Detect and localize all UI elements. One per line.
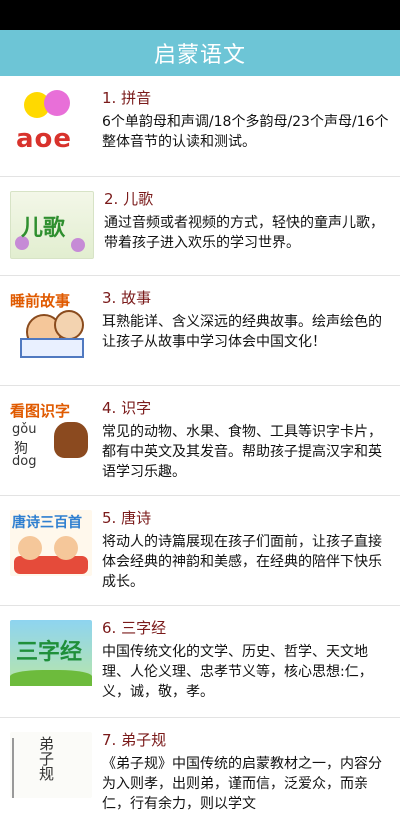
dog-icon [54,422,88,458]
item-description: 《弟子规》中国传统的启蒙教材之一，内容分为入则孝，出则弟，谨而信，泛爱众，而亲仁… [102,756,382,812]
tangshi-thumbnail: 唐诗三百首 [10,510,92,576]
gushi-thumbnail: 睡前故事 [10,290,92,358]
aoe-logo: aoe [16,124,73,154]
list-item-tangshi[interactable]: 唐诗三百首 5. 唐诗 将动人的诗篇展现在孩子们面前，让孩子直接体会经典的神韵和… [0,496,400,606]
thumbnail-label: 三字经 [16,640,83,665]
item-title: 5. 唐诗 [102,509,152,527]
thumbnail-label: 唐诗三百首 [12,515,82,531]
list-item-pinyin[interactable]: aoe 1. 拼音 6个单韵母和声调/18个多韵母/23个声母/16个整体音节的… [0,76,400,177]
thumbnail-label: 睡前故事 [10,292,71,310]
item-description: 通过音频或者视频的方式，轻快的童声儿歌，带着孩子进入欢乐的学习世界。 [104,215,384,251]
thumbnail-label: 儿歌 [21,216,66,241]
child-illustration [18,536,42,560]
item-title: 1. 拼音 [102,89,152,107]
flower-icon [71,238,85,252]
dizigui-thumbnail: 弟子规 [10,732,92,798]
plum-branch-illustration [12,738,32,798]
child-illustration [54,310,84,340]
item-description: 耳熟能详、含义深远的经典故事。绘声绘色的让孩子从故事中学习体会中国文化！ [102,314,382,350]
status-bar [0,0,400,30]
item-title: 2. 儿歌 [104,190,154,208]
book-icon [20,338,84,358]
sanzijing-thumbnail: 三字经 [10,620,92,686]
list-item-dizigui[interactable]: 弟子规 7. 弟子规 《弟子规》中国传统的启蒙教材之一，内容分为入则孝，出则弟，… [0,718,400,838]
list-item-sanzijing[interactable]: 三字经 6. 三字经 中国传统文化的文学、历史、哲学、天文地理、人伦义理、忠孝节… [0,606,400,718]
item-description: 将动人的诗篇展现在孩子们面前，让孩子直接体会经典的神韵和美感，在经典的陪伴下快乐… [102,534,382,590]
hill-illustration [10,670,92,686]
list-item-gushi[interactable]: 睡前故事 3. 故事 耳熟能详、含义深远的经典故事。绘声绘色的让孩子从故事中学习… [0,276,400,386]
item-description: 中国传统文化的文学、历史、哲学、天文地理、人伦义理、忠孝节义等，核心思想:仁，义… [102,644,373,700]
item-title: 4. 识字 [102,399,152,417]
app-header: 启蒙语文 [0,30,400,76]
child-illustration [54,536,78,560]
list-item-shizi[interactable]: 看图识字 gǒu 狗 dog 4. 识字 常见的动物、水果、食物、工具等识字卡片… [0,386,400,496]
thumbnail-label: 看图识字 [10,402,71,420]
item-title: 7. 弟子规 [102,731,167,749]
shizi-thumbnail: 看图识字 gǒu 狗 dog [10,400,92,469]
erge-thumbnail: 儿歌 [10,191,94,259]
pinyin-label: gǒu [12,422,37,437]
item-description: 常见的动物、水果、食物、工具等识字卡片，都有中英文及其发音。帮助孩子提高汉字和英… [102,424,382,480]
page-title: 启蒙语文 [153,43,246,68]
english-label: dog [12,454,37,469]
item-title: 3. 故事 [102,289,152,307]
balloon-icon [44,90,70,116]
thumbnail-label: 弟子规 [37,736,55,781]
lesson-list: aoe 1. 拼音 6个单韵母和声调/18个多韵母/23个声母/16个整体音节的… [0,76,400,838]
list-item-erge[interactable]: 儿歌 2. 儿歌 通过音频或者视频的方式，轻快的童声儿歌，带着孩子进入欢乐的学习… [0,177,400,276]
item-description: 6个单韵母和声调/18个多韵母/23个声母/16个整体音节的认读和测试。 [102,114,389,150]
item-title: 6. 三字经 [102,619,167,637]
pinyin-thumbnail: aoe [10,90,92,156]
